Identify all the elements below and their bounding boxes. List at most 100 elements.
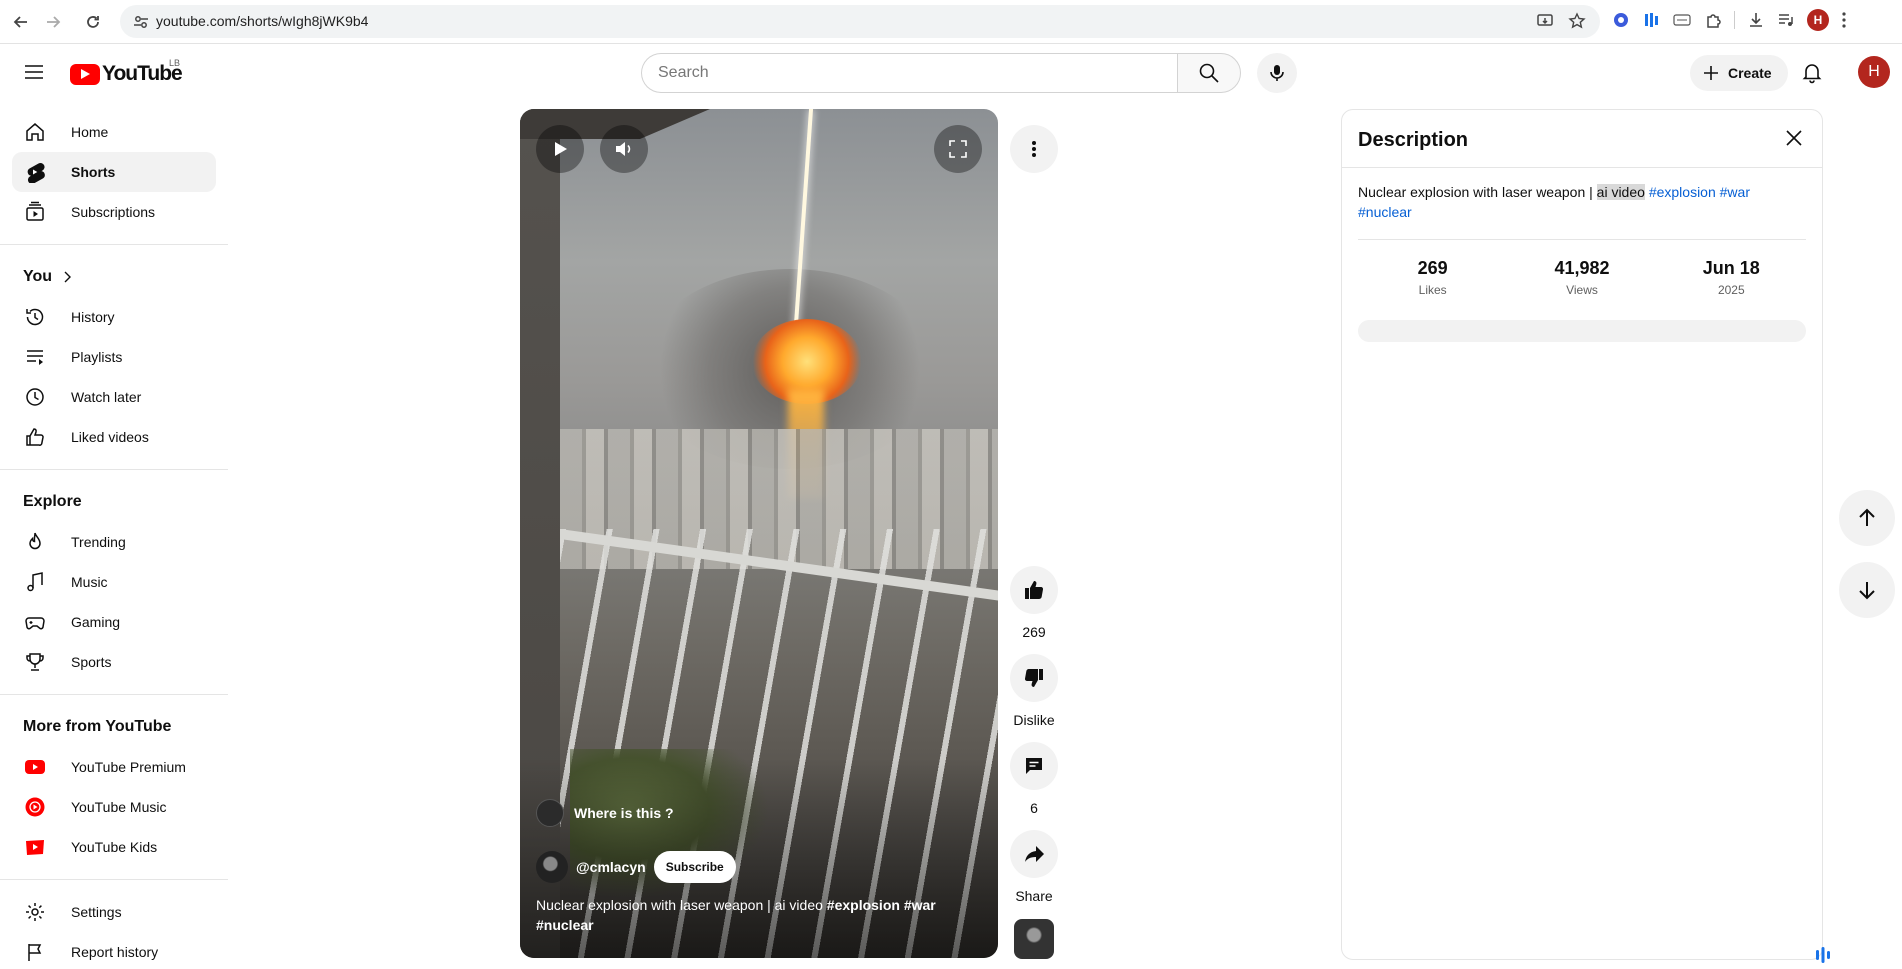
youtube-logo[interactable]: YouTube LB — [70, 58, 183, 86]
sidebar-item-label: Home — [71, 124, 109, 140]
pivot-avatar — [536, 799, 564, 827]
sidebar-heading-you[interactable]: You — [12, 257, 216, 297]
sidebar-item-liked-videos[interactable]: Liked videos — [12, 417, 216, 457]
dislike-button[interactable] — [1010, 654, 1058, 702]
audio-track-thumbnail[interactable] — [1014, 919, 1054, 959]
next-short-button[interactable] — [1839, 562, 1895, 618]
sidebar-item-shorts[interactable]: Shorts — [12, 152, 216, 192]
sidebar-footer-section: Settings Report history — [0, 880, 228, 969]
downloads-icon[interactable] — [1747, 11, 1765, 29]
sidebar-item-youtube-music[interactable]: YouTube Music — [12, 787, 216, 827]
sidebar-item-history[interactable]: History — [12, 297, 216, 337]
search-input[interactable] — [641, 53, 1177, 93]
forward-arrow-icon — [47, 16, 61, 28]
toolbar-divider — [1734, 11, 1735, 29]
youtube-premium-icon — [23, 755, 47, 779]
sidebar-item-settings[interactable]: Settings — [12, 892, 216, 932]
sidebar-heading-more: More from YouTube — [23, 718, 172, 735]
arrow-down-icon — [1859, 582, 1875, 600]
pivot-text: Where is this ? — [574, 805, 674, 821]
sidebar-item-subscriptions[interactable]: Subscriptions — [12, 192, 216, 232]
sidebar-item-label: Shorts — [71, 164, 116, 180]
extension-toolbar: H — [1612, 9, 1847, 31]
bookmark-star-icon[interactable] — [1568, 12, 1586, 30]
sidebar-item-report-history[interactable]: Report history — [12, 932, 216, 969]
account-avatar[interactable]: H — [1858, 56, 1890, 88]
sidebar-item-watch-later[interactable]: Watch later — [12, 377, 216, 417]
extensions-puzzle-icon[interactable] — [1704, 11, 1722, 29]
forward-button[interactable] — [40, 9, 66, 35]
sidebar-item-trending[interactable]: Trending — [12, 522, 216, 562]
install-app-icon[interactable] — [1536, 12, 1554, 30]
short-title[interactable]: Nuclear explosion with laser weapon | ai… — [536, 895, 956, 935]
description-divider — [1358, 239, 1806, 240]
reload-button[interactable] — [80, 9, 106, 35]
sidebar-item-gaming[interactable]: Gaming — [12, 602, 216, 642]
back-arrow-icon — [13, 16, 27, 28]
extension-bars-icon[interactable] — [1642, 11, 1660, 29]
hashtag-link[interactable]: #war — [1720, 184, 1750, 200]
sidebar-item-label: Playlists — [71, 349, 123, 365]
hashtag-link[interactable]: #nuclear — [1358, 204, 1412, 220]
play-button[interactable] — [536, 125, 584, 173]
like-action: 269 — [1010, 566, 1058, 640]
liked-videos-icon — [23, 425, 47, 449]
play-icon — [555, 142, 567, 156]
trending-icon — [23, 530, 47, 554]
youtube-masthead: YouTube LB Create H — [0, 44, 1902, 100]
short-title-tags[interactable]: #explosion #war — [827, 897, 936, 913]
more-actions-button[interactable] — [1010, 125, 1058, 173]
extension-shield-icon[interactable] — [1612, 11, 1630, 29]
browser-menu-icon[interactable] — [1841, 11, 1847, 29]
search-button[interactable] — [1177, 53, 1241, 93]
like-button[interactable] — [1010, 566, 1058, 614]
shorts-video-player[interactable]: Where is this ? @cmlacyn Subscribe Nucle… — [520, 109, 998, 958]
short-title-tags-2[interactable]: #nuclear — [536, 917, 594, 933]
share-button[interactable] — [1010, 830, 1058, 878]
voice-search-button[interactable] — [1257, 53, 1297, 93]
description-panel: Description Nuclear explosion with laser… — [1341, 109, 1823, 960]
create-button[interactable]: Create — [1690, 55, 1788, 91]
channel-avatar[interactable] — [536, 851, 568, 883]
sidebar-item-home[interactable]: Home — [12, 112, 216, 152]
comments-button[interactable] — [1010, 742, 1058, 790]
subscribe-button[interactable]: Subscribe — [653, 851, 736, 883]
description-stats: 269 Likes 41,982 Views Jun 18 2025 — [1358, 258, 1806, 297]
sports-icon — [23, 650, 47, 674]
sidebar-heading-explore: Explore — [23, 493, 82, 510]
notifications-bell-icon[interactable] — [1800, 60, 1824, 84]
music-icon — [23, 570, 47, 594]
stat-date: Jun 18 2025 — [1671, 258, 1791, 297]
settings-icon — [23, 900, 47, 924]
back-button[interactable] — [8, 9, 34, 35]
media-controls-icon[interactable] — [1777, 11, 1795, 29]
channel-name[interactable]: @cmlacyn — [576, 859, 646, 875]
sidebar-item-youtube-kids[interactable]: YouTube Kids — [12, 827, 216, 867]
assistant-bars-icon[interactable] — [1812, 944, 1834, 966]
address-bar[interactable]: youtube.com/shorts/wIgh8jWK9b4 — [120, 5, 1600, 38]
microphone-icon — [1270, 65, 1284, 81]
sidebar-you-section: You History Playlists Watch later Liked … — [0, 245, 228, 470]
fullscreen-button[interactable] — [934, 125, 982, 173]
volume-button[interactable] — [600, 125, 648, 173]
sidebar-item-label: Subscriptions — [71, 204, 156, 220]
hashtag-link[interactable]: #explosion — [1649, 184, 1716, 200]
location-pivot-link[interactable]: Where is this ? — [536, 799, 674, 827]
youtube-play-logo-icon — [70, 63, 100, 85]
previous-short-button[interactable] — [1839, 490, 1895, 546]
sidebar-item-music[interactable]: Music — [12, 562, 216, 602]
sidebar-item-youtube-premium[interactable]: YouTube Premium — [12, 747, 216, 787]
sidebar-item-sports[interactable]: Sports — [12, 642, 216, 682]
site-info-icon[interactable] — [132, 13, 150, 31]
extension-video-icon[interactable] — [1672, 11, 1692, 29]
subscriptions-icon — [23, 200, 47, 224]
sidebar-item-label: Report history — [71, 944, 159, 960]
search-icon — [1199, 63, 1219, 83]
home-icon — [23, 120, 47, 144]
browser-profile-avatar[interactable]: H — [1807, 9, 1829, 31]
close-icon[interactable] — [1782, 126, 1806, 150]
stat-value: 41,982 — [1554, 258, 1610, 278]
sidebar-item-playlists[interactable]: Playlists — [12, 337, 216, 377]
menu-hamburger-icon[interactable] — [22, 60, 46, 84]
sidebar-main-section: Home Shorts Subscriptions — [0, 100, 228, 245]
